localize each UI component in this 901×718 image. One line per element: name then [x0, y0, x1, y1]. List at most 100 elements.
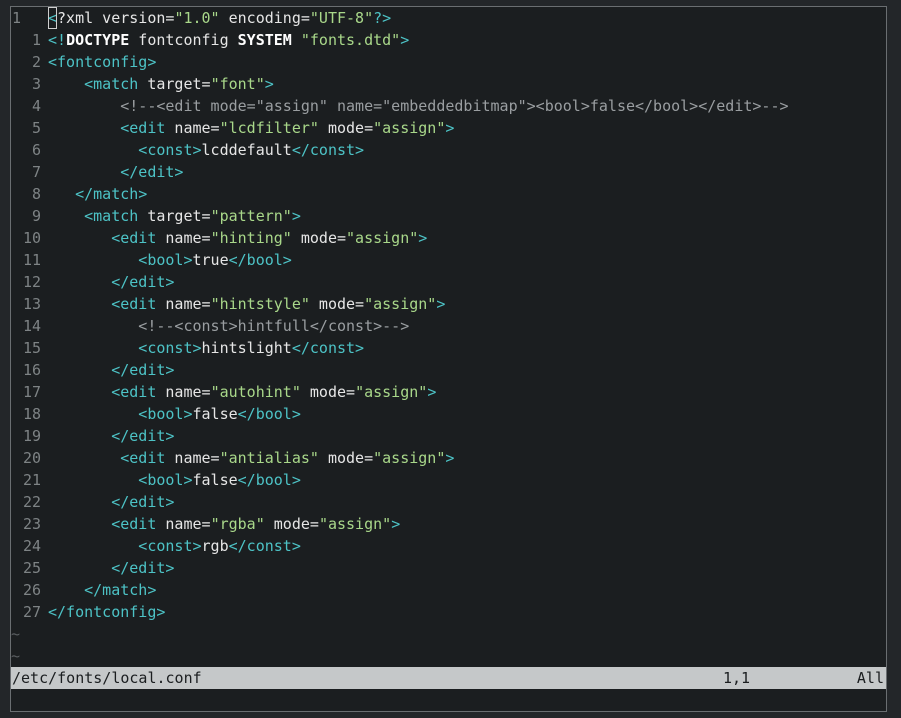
code-token: name= [156, 295, 211, 313]
code-line[interactable]: 13 <edit name="hintstyle" mode="assign"> [11, 293, 886, 315]
code-line[interactable]: 21 <bool>false</bool> [11, 469, 886, 491]
line-number: 17 [22, 383, 41, 401]
code-token: </edit> [48, 559, 175, 577]
code-line[interactable]: 3 <match target="font"> [11, 73, 886, 95]
code-line[interactable]: 7 </edit> [11, 161, 886, 183]
code-line[interactable]: 19 </edit> [11, 425, 886, 447]
code-token: <bool> [48, 405, 193, 423]
code-line[interactable]: 2 <fontconfig> [11, 51, 886, 73]
line-number: 15 [22, 339, 41, 357]
code-token: <const> [48, 537, 202, 555]
code-token: <edit [48, 119, 166, 137]
code-line[interactable]: 1 <!DOCTYPE fontconfig SYSTEM "fonts.dtd"… [11, 29, 886, 51]
line-number: 10 [22, 229, 41, 247]
line-number: 13 [22, 295, 41, 313]
code-token: "UTF-8" [309, 9, 374, 27]
code-token: <bool> [48, 471, 193, 489]
code-line[interactable]: 16 </edit> [11, 359, 886, 381]
code-token: <match [48, 207, 139, 225]
code-token: lcddefault [201, 141, 292, 159]
line-number: 4 [31, 97, 41, 115]
line-number: 25 [22, 559, 41, 577]
code-token: target= [138, 207, 211, 225]
code-token: name= [156, 515, 211, 533]
code-token: </const> [291, 141, 365, 159]
code-token: <bool> [48, 251, 193, 269]
code-token: hintslight [201, 339, 292, 357]
code-token: ?xml version= [57, 9, 175, 27]
vim-editor[interactable]: 1 <?xml version="1.0" encoding="UTF-8"?> … [11, 7, 886, 667]
code-token: <! [48, 31, 67, 49]
code-line[interactable]: 27 </fontconfig> [11, 601, 886, 623]
code-line[interactable]: 4 <!--<edit mode="assign" name="embedded… [11, 95, 886, 117]
code-token: > [418, 229, 428, 247]
code-line[interactable]: 6 <const>lcddefault</const> [11, 139, 886, 161]
code-token: </edit> [48, 273, 175, 291]
code-line[interactable]: 26 </match> [11, 579, 886, 601]
code-line[interactable]: 22 </edit> [11, 491, 886, 513]
empty-line: ~ [11, 645, 886, 667]
code-line[interactable]: 11 <bool>true</bool> [11, 249, 886, 271]
code-line[interactable]: 9 <match target="pattern"> [11, 205, 886, 227]
code-line[interactable]: 8 </match> [11, 183, 886, 205]
code-comment: <!--<const>hintfull</const>--> [48, 317, 410, 335]
code-line[interactable]: 23 <edit name="rgba" mode="assign"> [11, 513, 886, 535]
line-number: 8 [31, 185, 41, 203]
line-number: 14 [22, 317, 41, 335]
code-line[interactable]: 5 <edit name="lcdfilter" mode="assign"> [11, 117, 886, 139]
code-token: "antialias" [219, 449, 319, 467]
code-token: "assign" [318, 515, 392, 533]
code-token: false [192, 471, 238, 489]
line-number: 26 [22, 581, 41, 599]
code-token: "rgba" [210, 515, 265, 533]
code-token: </edit> [48, 163, 184, 181]
code-token: mode= [318, 119, 374, 137]
code-token: > [291, 207, 301, 225]
code-line[interactable]: 14 <!--<const>hintfull</const>--> [11, 315, 886, 337]
code-line[interactable]: 18 <bool>false</bool> [11, 403, 886, 425]
code-line[interactable]: 10 <edit name="hinting" mode="assign"> [11, 227, 886, 249]
code-line[interactable]: 17 <edit name="autohint" mode="assign"> [11, 381, 886, 403]
code-line[interactable]: 15 <const>hintslight</const> [11, 337, 886, 359]
code-line[interactable]: 12 </edit> [11, 271, 886, 293]
code-token: mode= [309, 295, 365, 313]
command-line[interactable] [11, 689, 886, 711]
code-line[interactable]: 24 <const>rgb</const> [11, 535, 886, 557]
code-token: "lcdfilter" [219, 119, 319, 137]
code-token: "assign" [373, 119, 446, 137]
code-token: </fontconfig> [48, 603, 166, 621]
code-token: "fonts.dtd" [300, 31, 401, 49]
code-token: mode= [264, 515, 319, 533]
code-token: mode= [291, 229, 347, 247]
code-line[interactable]: 1 <?xml version="1.0" encoding="UTF-8"?> [11, 7, 886, 29]
code-token: </const> [228, 537, 301, 555]
status-scroll-indicator: All [856, 669, 884, 687]
code-token: <edit [48, 383, 157, 401]
code-token: </bool> [228, 251, 292, 269]
code-token: > [427, 383, 437, 401]
code-token: mode= [300, 383, 356, 401]
line-number: 5 [31, 119, 41, 137]
code-token: <edit [48, 515, 157, 533]
code-token: "assign" [355, 383, 428, 401]
line-number: 6 [31, 141, 41, 159]
line-number: 23 [22, 515, 41, 533]
code-token: true [192, 251, 229, 269]
empty-line: ~ [11, 623, 886, 645]
code-token: name= [156, 383, 211, 401]
code-token: encoding= [219, 9, 310, 27]
status-filename: /etc/fonts/local.conf [12, 669, 202, 687]
code-token: <const> [48, 141, 202, 159]
code-token: </edit> [48, 427, 175, 445]
code-line[interactable]: 25 </edit> [11, 557, 886, 579]
code-token: > [391, 515, 401, 533]
code-token: > [264, 75, 274, 93]
line-number: 27 [22, 603, 41, 621]
line-number: 3 [31, 75, 41, 93]
empty-line-marker: ~ [11, 647, 21, 665]
status-bar: /etc/fonts/local.conf 1,1 All [11, 667, 886, 689]
code-line[interactable]: 20 <edit name="antialias" mode="assign"> [11, 447, 886, 469]
code-token: ?> [373, 9, 392, 27]
code-token: > [436, 295, 446, 313]
